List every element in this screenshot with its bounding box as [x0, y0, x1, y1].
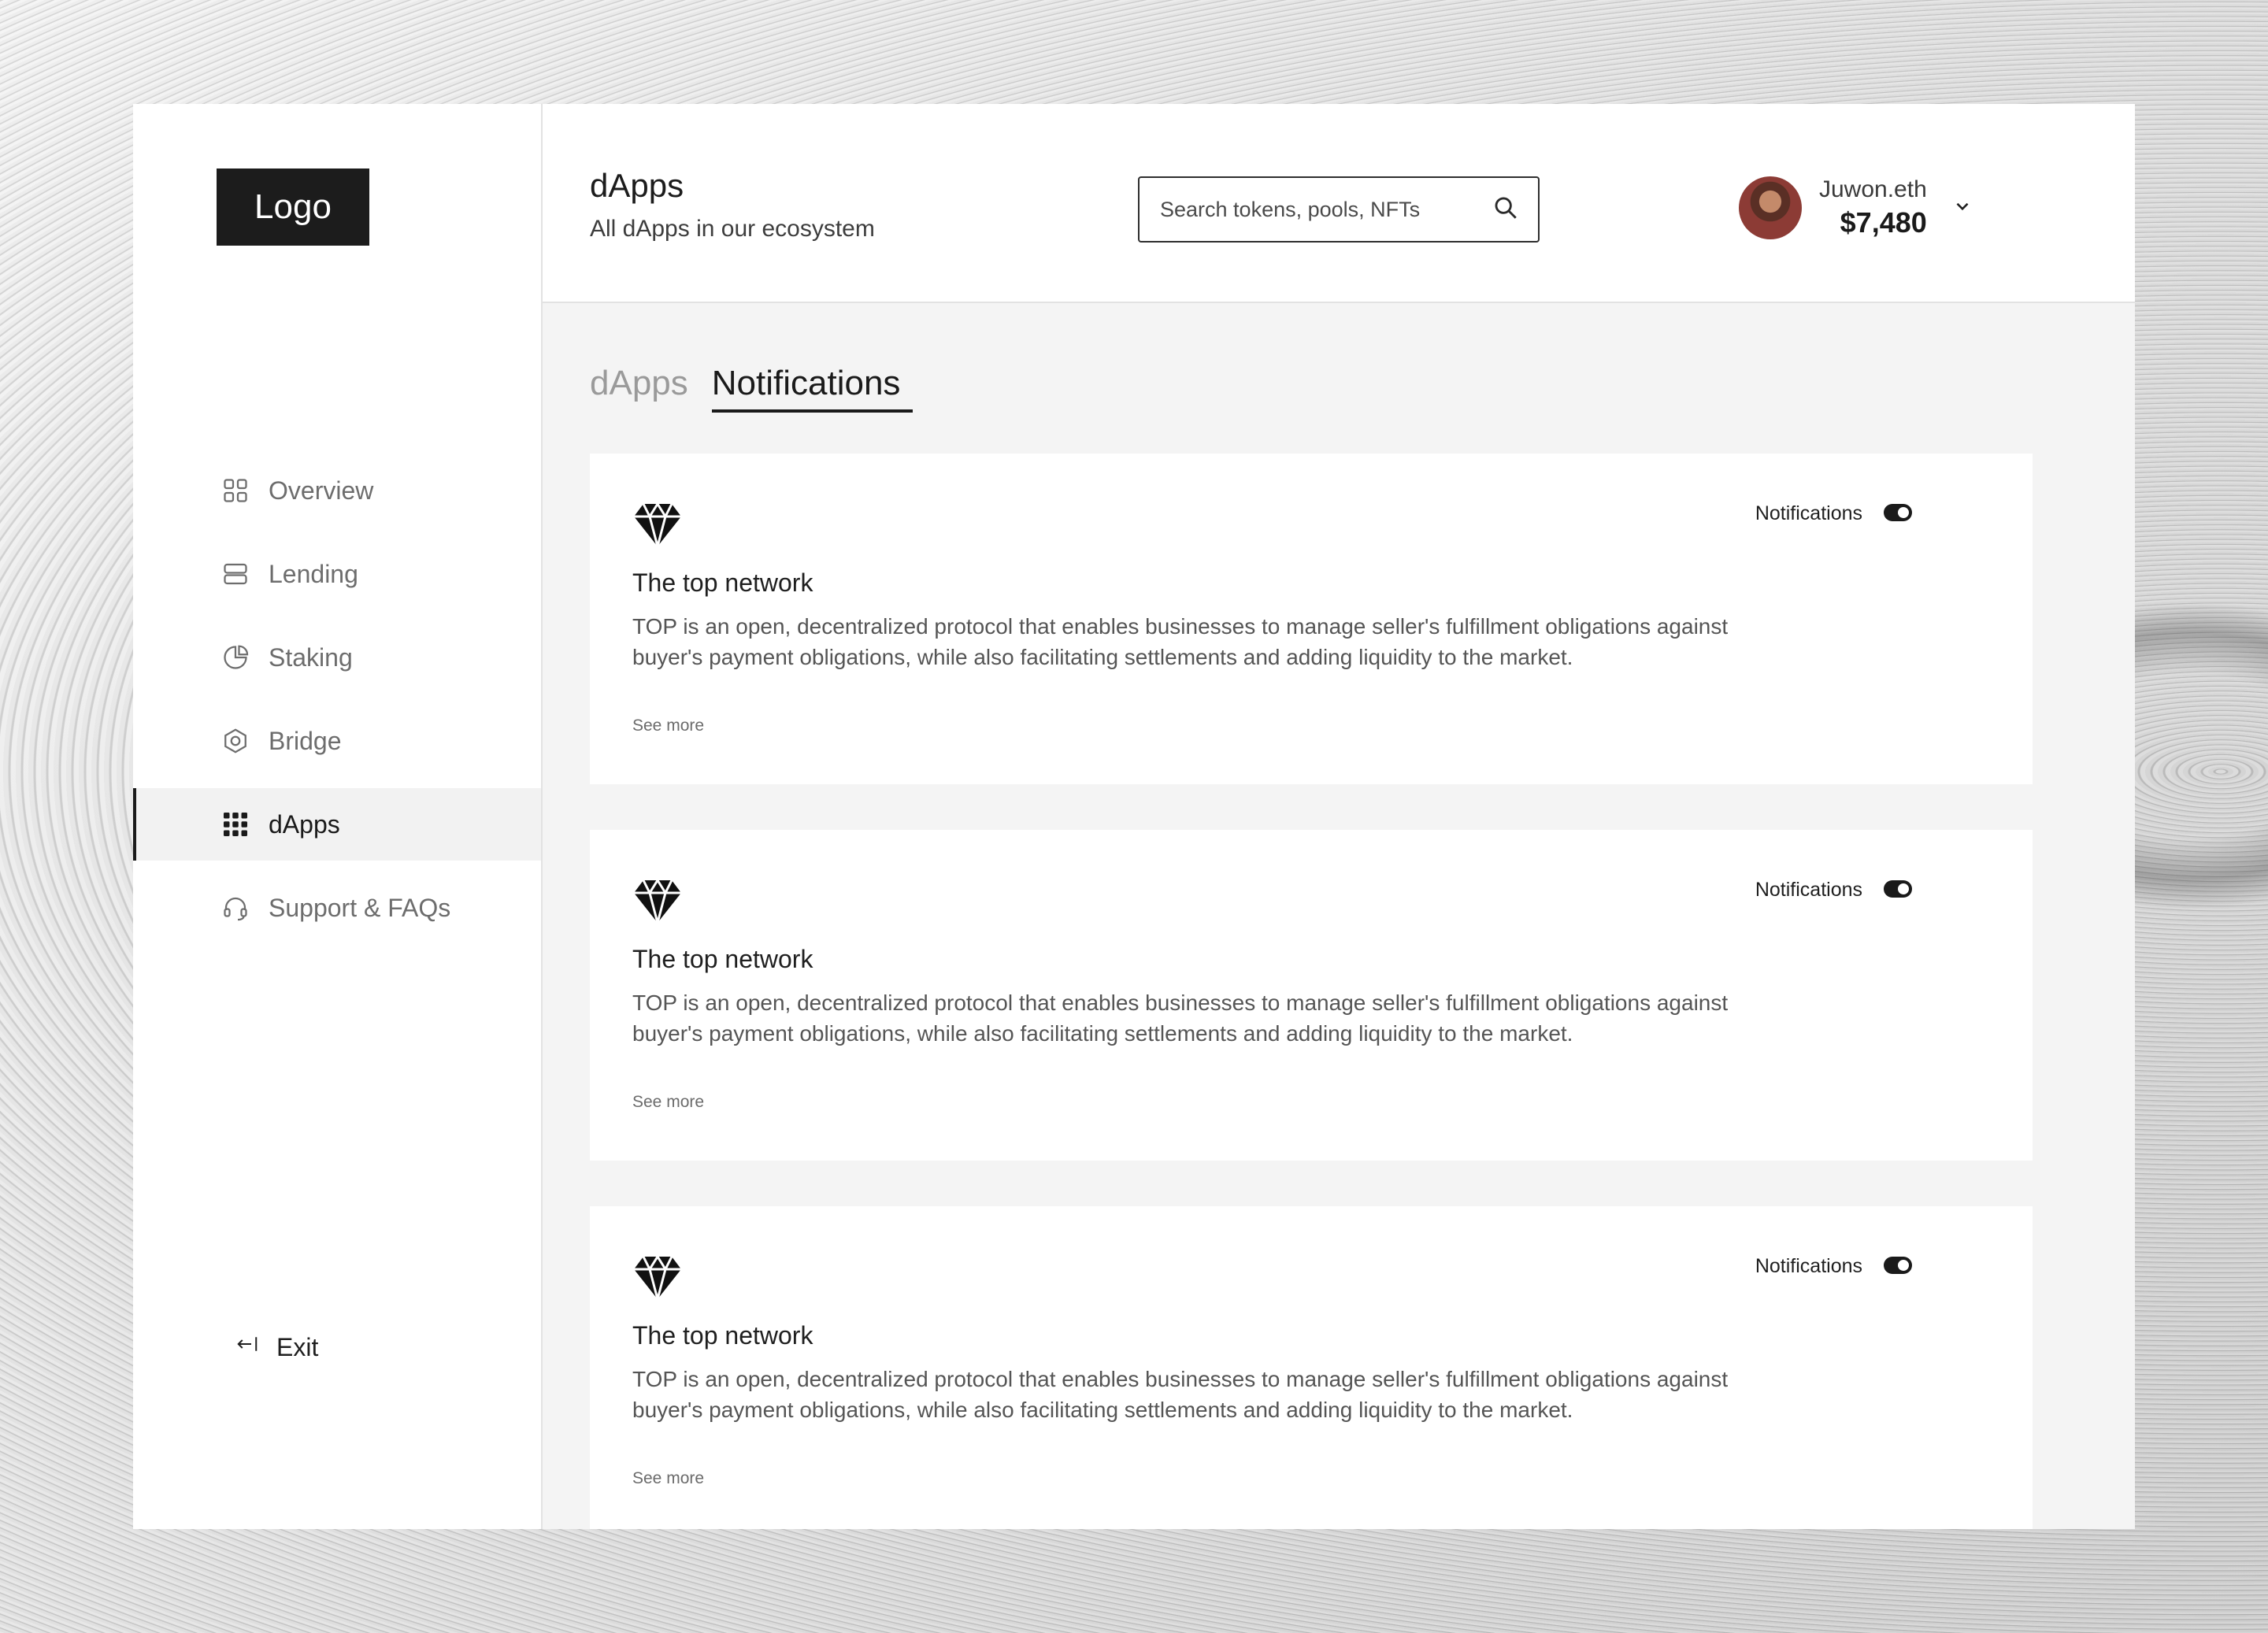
server-icon [220, 558, 251, 590]
sidebar-item-label: Support & FAQs [269, 893, 451, 922]
tab-dapps[interactable]: dApps [590, 364, 688, 413]
pie-chart-icon [220, 642, 251, 673]
avatar [1739, 176, 1802, 239]
dots-grid-icon [220, 809, 251, 840]
sidebar-item-staking[interactable]: Staking [133, 621, 541, 694]
tab-bar: dApps Notifications [590, 364, 936, 413]
card-title: The top network [632, 568, 813, 597]
user-menu[interactable]: Juwon.eth $7,480 [1739, 176, 1973, 239]
sidebar-item-label: dApps [269, 809, 340, 839]
notification-card: Notifications The top network TOP is an … [590, 1206, 2033, 1529]
search-icon[interactable] [1492, 194, 1519, 225]
diamond-icon [632, 1254, 683, 1305]
card-description: TOP is an open, decentralized protocol t… [632, 614, 1729, 669]
sidebar-item-bridge[interactable]: Bridge [133, 705, 541, 777]
hexagon-icon [220, 725, 251, 757]
diamond-icon [632, 878, 683, 928]
grid-icon [220, 475, 251, 506]
exit-arrow-icon [235, 1332, 259, 1362]
top-bar: dApps All dApps in our ecosystem Juwon.e… [543, 104, 2135, 303]
main-content: dApps All dApps in our ecosystem Juwon.e… [543, 104, 2135, 1529]
chevron-down-icon[interactable] [1952, 196, 1973, 220]
sidebar-item-dapps[interactable]: dApps [133, 788, 541, 861]
search-box [1138, 176, 1540, 243]
sidebar-item-lending[interactable]: Lending [133, 538, 541, 610]
notifications-toggle-label: Notifications [1755, 1255, 1862, 1277]
notifications-toggle[interactable] [1884, 880, 1912, 898]
sidebar-item-label: Overview [269, 476, 374, 505]
notification-card: Notifications The top network TOP is an … [590, 454, 2033, 784]
notification-list: Notifications The top network TOP is an … [590, 454, 2033, 1529]
card-title: The top network [632, 1321, 813, 1350]
user-name: Juwon.eth [1819, 176, 1927, 202]
see-more-link[interactable]: See more [632, 717, 704, 735]
notifications-toggle[interactable] [1884, 504, 1912, 521]
sidebar-item-support[interactable]: Support & FAQs [133, 872, 541, 944]
notifications-toggle-label: Notifications [1755, 879, 1862, 901]
see-more-link[interactable]: See more [632, 1469, 704, 1488]
card-description: TOP is an open, decentralized protocol t… [632, 991, 1729, 1046]
notifications-toggle[interactable] [1884, 1257, 1912, 1274]
search-input[interactable] [1160, 197, 1492, 222]
diamond-icon [632, 502, 683, 552]
notifications-toggle-label: Notifications [1755, 502, 1862, 524]
exit-button[interactable]: Exit [235, 1332, 318, 1362]
app-window: Logo Overview Lending Staking Bridge dAp… [133, 104, 2135, 1529]
notification-card: Notifications The top network TOP is an … [590, 830, 2033, 1161]
headset-icon [220, 892, 251, 924]
exit-label: Exit [276, 1332, 319, 1361]
user-info: Juwon.eth $7,480 [1819, 176, 1927, 239]
page-subtitle: All dApps in our ecosystem [590, 216, 875, 242]
sidebar-item-label: Lending [269, 559, 358, 588]
sidebar-item-label: Staking [269, 642, 353, 672]
user-balance: $7,480 [1840, 206, 1927, 239]
card-title: The top network [632, 945, 813, 973]
sidebar: Logo Overview Lending Staking Bridge dAp… [133, 104, 543, 1529]
sidebar-nav: Overview Lending Staking Bridge dApps Su… [133, 454, 541, 955]
page-title: dApps [590, 167, 684, 204]
card-description: TOP is an open, decentralized protocol t… [632, 1367, 1729, 1422]
see-more-link[interactable]: See more [632, 1093, 704, 1112]
logo[interactable]: Logo [217, 168, 369, 246]
tab-notifications[interactable]: Notifications [711, 364, 914, 413]
sidebar-item-label: Bridge [269, 726, 342, 755]
sidebar-item-overview[interactable]: Overview [133, 454, 541, 527]
